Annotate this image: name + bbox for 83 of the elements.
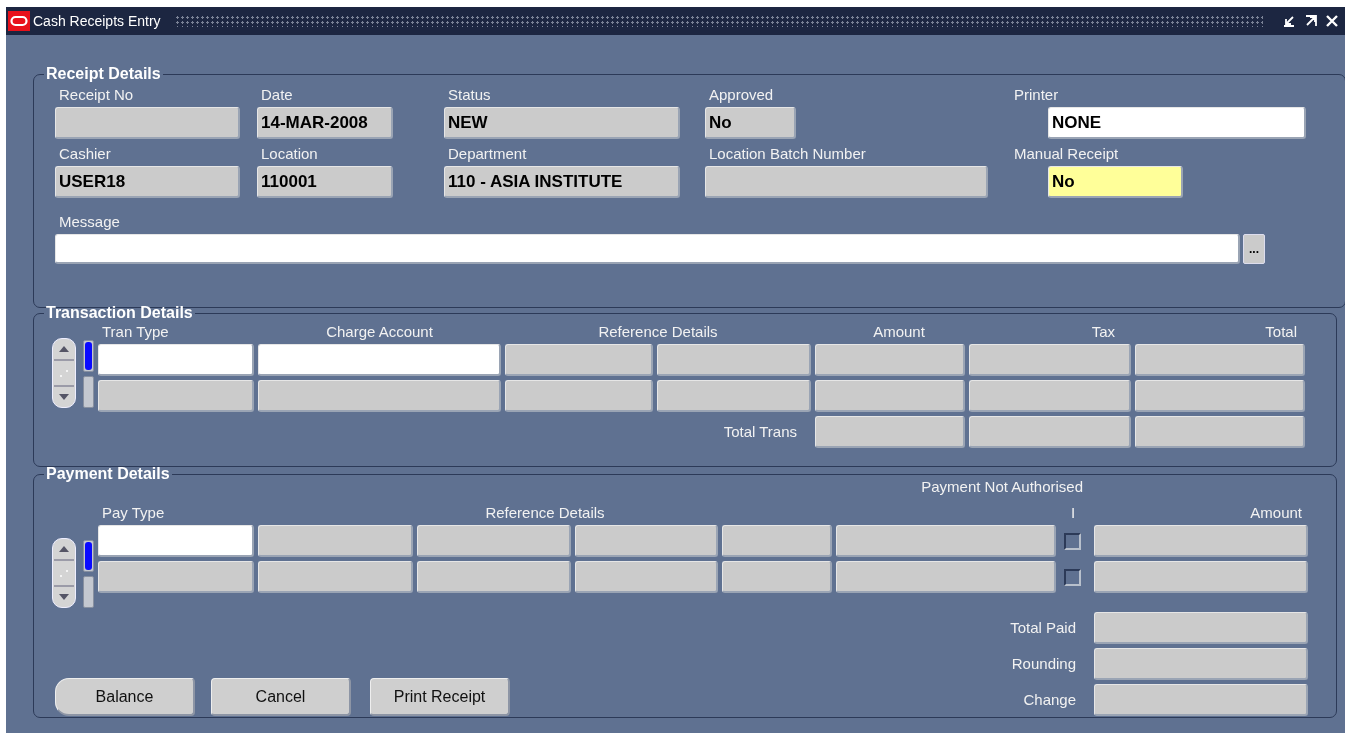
input-field[interactable] xyxy=(705,166,988,198)
table-cell[interactable] xyxy=(98,380,254,412)
table-cell[interactable] xyxy=(722,525,832,557)
field-label: Receipt No xyxy=(58,85,135,105)
table-cell[interactable] xyxy=(836,525,1056,557)
action-button[interactable]: Balance xyxy=(55,678,195,716)
total-label: Total Trans xyxy=(722,422,798,442)
column-header: I xyxy=(1069,503,1077,523)
checkbox[interactable] xyxy=(1063,532,1081,550)
input-field[interactable]: 110001 xyxy=(257,166,393,198)
table-cell[interactable] xyxy=(258,525,413,557)
table-cell[interactable] xyxy=(98,525,254,557)
table-cell[interactable] xyxy=(1094,561,1308,593)
checkbox[interactable] xyxy=(1063,568,1081,586)
table-cell[interactable] xyxy=(258,344,501,376)
window-title: Cash Receipts Entry xyxy=(33,13,161,29)
message-field[interactable] xyxy=(55,234,1240,264)
record-scroller[interactable] xyxy=(52,338,76,408)
maximize-icon[interactable] xyxy=(1303,14,1319,28)
input-field[interactable] xyxy=(55,107,240,139)
field-label: Cashier xyxy=(58,144,112,164)
table-cell[interactable] xyxy=(722,561,832,593)
field-label: Department xyxy=(447,144,528,164)
section-title: Payment Details xyxy=(45,465,171,483)
field-label: Manual Receipt xyxy=(1013,144,1120,164)
close-icon[interactable] xyxy=(1325,14,1339,28)
table-cell[interactable] xyxy=(505,344,653,376)
total-label: Rounding xyxy=(1011,654,1076,674)
column-header: Tax xyxy=(1090,322,1116,342)
table-cell[interactable] xyxy=(657,380,811,412)
minimize-icon[interactable] xyxy=(1281,14,1297,28)
table-cell[interactable] xyxy=(98,561,254,593)
column-header: Tran Type xyxy=(101,322,170,342)
column-header: Charge Account xyxy=(325,322,434,342)
list-of-values-button[interactable]: ... xyxy=(1243,234,1265,264)
table-cell[interactable] xyxy=(575,525,718,557)
table-cell[interactable] xyxy=(258,380,501,412)
table-cell[interactable] xyxy=(575,561,718,593)
section-title: Receipt Details xyxy=(45,65,162,83)
field-label: Date xyxy=(260,85,294,105)
table-cell[interactable] xyxy=(815,344,965,376)
table-cell[interactable] xyxy=(417,561,571,593)
table-cell[interactable] xyxy=(815,380,965,412)
column-header: Total xyxy=(1264,322,1298,342)
field-label: Location Batch Number xyxy=(708,144,867,164)
column-header: Pay Type xyxy=(101,503,166,523)
section-title: Transaction Details xyxy=(45,304,194,322)
input-field[interactable]: USER18 xyxy=(55,166,240,198)
table-cell[interactable] xyxy=(657,344,811,376)
table-cell[interactable] xyxy=(1094,525,1308,557)
record-indicator[interactable] xyxy=(83,340,94,372)
input-field[interactable]: NONE xyxy=(1048,107,1306,139)
field-label: Status xyxy=(447,85,492,105)
field-label: Location xyxy=(260,144,319,164)
table-cell[interactable] xyxy=(969,380,1131,412)
input-field[interactable]: 14-MAR-2008 xyxy=(257,107,393,139)
input-field[interactable]: 110 - ASIA INSTITUTE xyxy=(444,166,680,198)
logo-icon xyxy=(8,11,30,31)
record-indicator[interactable] xyxy=(83,540,94,572)
input-field[interactable]: NEW xyxy=(444,107,680,139)
field-label: Approved xyxy=(708,85,775,105)
action-button[interactable]: Cancel xyxy=(211,678,351,716)
total-label: Total Paid xyxy=(1010,618,1076,638)
action-button[interactable]: Print Receipt xyxy=(370,678,510,716)
table-cell[interactable] xyxy=(98,344,254,376)
total-label: Change xyxy=(1023,690,1076,710)
input-field[interactable]: No xyxy=(705,107,796,139)
column-header: Amount xyxy=(1249,503,1303,523)
table-cell[interactable] xyxy=(1135,344,1305,376)
column-header: Reference Details xyxy=(484,503,606,523)
table-cell[interactable] xyxy=(505,380,653,412)
record-scroller[interactable] xyxy=(52,538,76,608)
table-cell[interactable] xyxy=(836,561,1056,593)
column-header: Reference Details xyxy=(597,322,719,342)
table-cell[interactable] xyxy=(1135,380,1305,412)
field-label: Printer xyxy=(1013,85,1060,105)
column-header: Amount xyxy=(872,322,926,342)
table-cell[interactable] xyxy=(969,344,1131,376)
table-cell[interactable] xyxy=(417,525,571,557)
input-field[interactable]: No xyxy=(1048,166,1183,198)
field-label: Message xyxy=(59,212,121,232)
table-cell[interactable] xyxy=(258,561,413,593)
column-group-header: Payment Not Authorised xyxy=(920,477,1084,497)
